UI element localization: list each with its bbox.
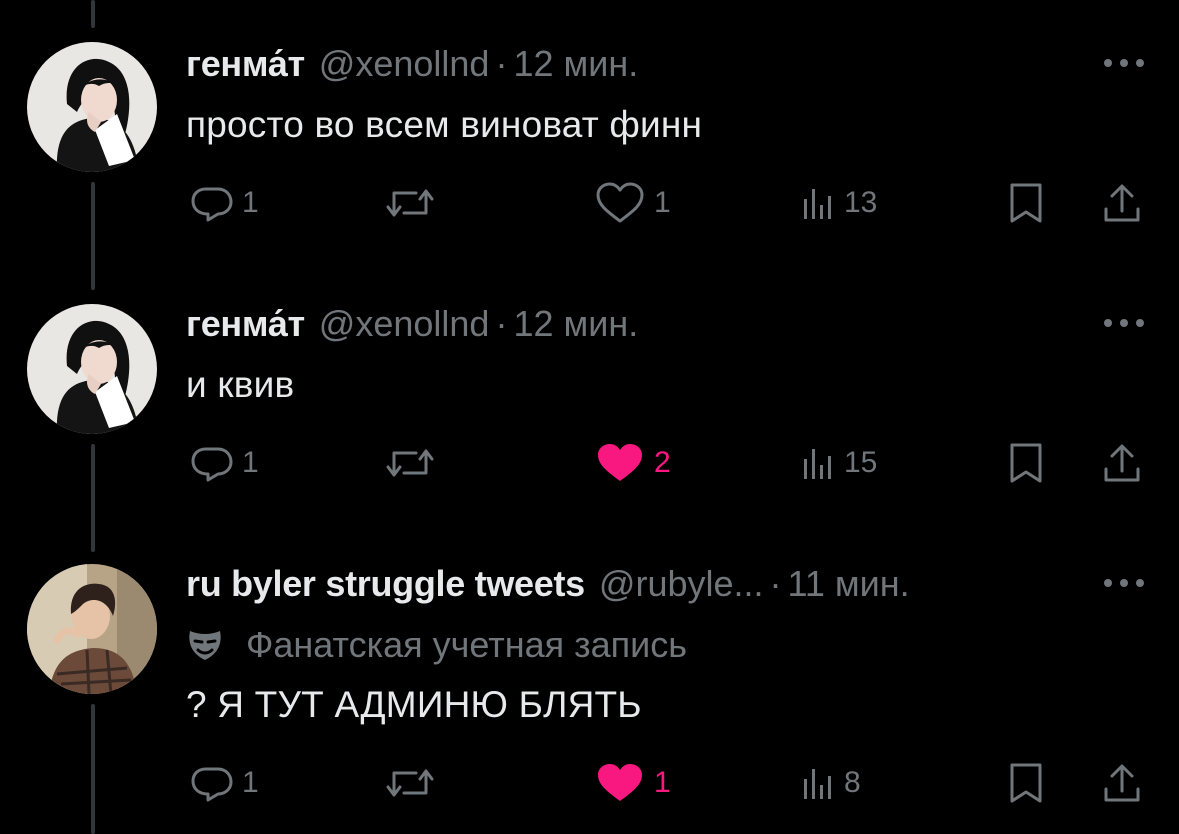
tweet-actions: 1 1 8 xyxy=(0,758,1179,808)
reply-count: 1 xyxy=(242,766,259,799)
tweet[interactable]: ru byler struggle tweets @rubyle... · 11… xyxy=(0,0,1179,834)
timestamp[interactable]: 11 мин. xyxy=(788,566,910,602)
like-icon xyxy=(594,761,646,805)
share-button[interactable] xyxy=(1100,758,1144,808)
account-label: Фанатская учетная запись xyxy=(186,624,687,666)
bookmark-icon xyxy=(1006,761,1046,805)
author-handle[interactable]: @rubyle... xyxy=(599,566,764,602)
more-icon[interactable] xyxy=(1100,576,1148,590)
views-icon xyxy=(800,765,836,801)
like-button[interactable]: 1 xyxy=(594,758,671,808)
share-icon xyxy=(1100,761,1144,805)
views-button[interactable]: 8 xyxy=(800,758,861,808)
account-label-text: Фанатская учетная запись xyxy=(246,624,687,665)
tweet-header: ru byler struggle tweets @rubyle... · 11… xyxy=(186,566,910,602)
separator-dot: · xyxy=(769,563,782,604)
reply-button[interactable]: 1 xyxy=(190,758,259,808)
avatar[interactable] xyxy=(27,564,157,694)
author-name[interactable]: ru byler struggle tweets xyxy=(186,566,585,602)
views-count: 8 xyxy=(844,766,861,799)
reply-icon xyxy=(190,763,234,803)
retweet-button[interactable] xyxy=(384,758,436,808)
mask-icon xyxy=(186,627,224,663)
tweet-text: ? Я ТУТ АДМИНЮ БЛЯТЬ xyxy=(186,684,642,725)
like-count: 1 xyxy=(654,766,671,799)
bookmark-button[interactable] xyxy=(1006,758,1046,808)
retweet-icon xyxy=(384,763,436,803)
